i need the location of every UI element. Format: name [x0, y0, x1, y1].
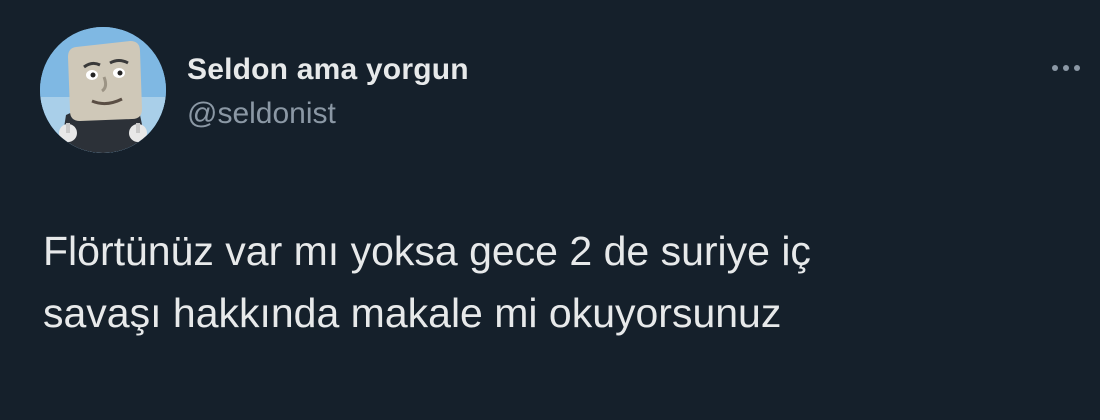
tweet-text-line: savaşı hakkında makale mi okuyorsunuz — [43, 290, 782, 336]
more-dot — [1063, 65, 1069, 71]
tweet-text-line: Flörtünüz var mı yoksa gece 2 de suriye … — [43, 228, 811, 274]
more-dot — [1052, 65, 1058, 71]
more-dot — [1074, 65, 1080, 71]
more-options-icon[interactable] — [1044, 56, 1088, 80]
avatar[interactable] — [40, 27, 166, 153]
author-display-name[interactable]: Seldon ama yorgun — [187, 52, 469, 88]
tweet-text: Flörtünüz var mı yoksa gece 2 de suriye … — [43, 220, 1073, 344]
avatar-image-icon — [40, 27, 166, 153]
tweet-card: Seldon ama yorgun @seldonist Flörtünüz v… — [0, 0, 1100, 420]
author-handle[interactable]: @seldonist — [187, 96, 336, 132]
